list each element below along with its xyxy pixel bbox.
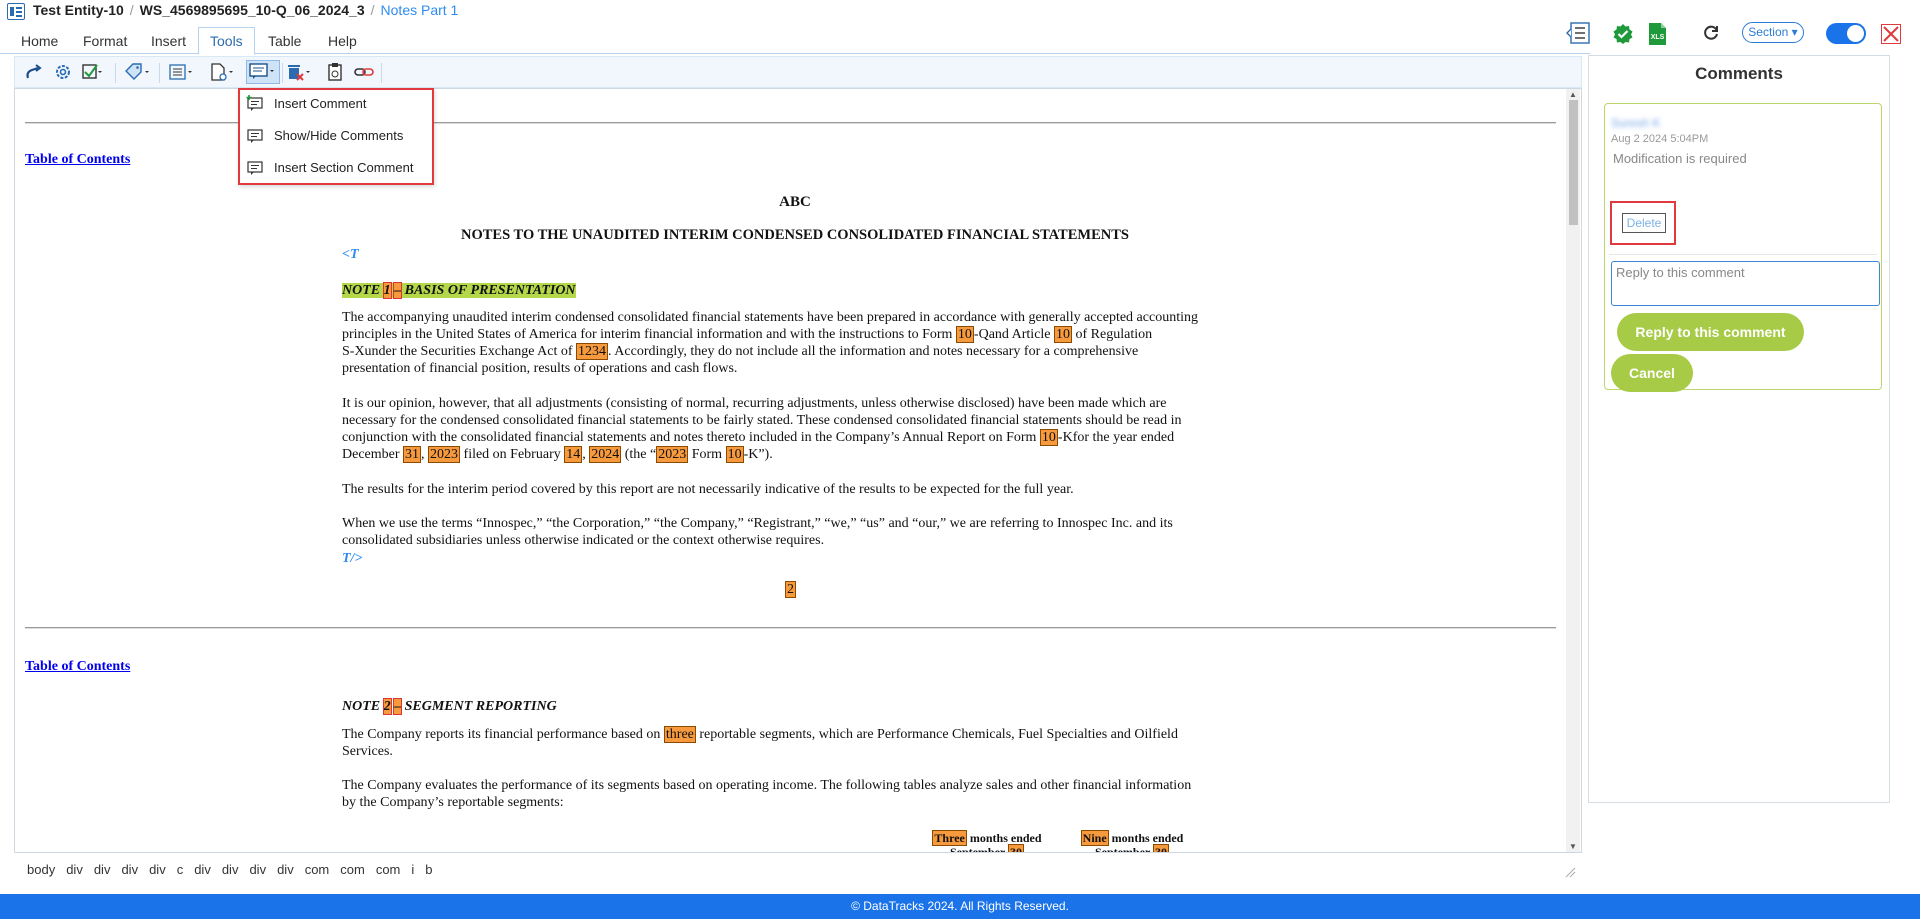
checkbox-dropdown-icon[interactable] [81,62,103,82]
validate-check-icon[interactable] [1612,23,1634,45]
note-2-heading: NOTE 2 – SEGMENT REPORTING [342,698,557,715]
comment-dropdown-button[interactable] [246,60,280,84]
path-item[interactable]: b [425,862,432,877]
path-item[interactable]: com [305,862,330,877]
document-dropdown-icon[interactable] [208,62,236,82]
breadcrumb: Test Entity-10/WS_4569895695_10-Q_06_202… [33,2,459,18]
section-comment-icon [247,161,263,175]
scroll-down-icon[interactable]: ▼ [1569,842,1577,851]
paragraph-results: The results for the interim period cover… [342,482,1074,497]
menu-home[interactable]: Home [10,31,69,53]
footer: © DataTracks 2024. All Rights Reserved. [0,894,1920,919]
menu-item-insert-section-comment[interactable]: Insert Section Comment [240,156,430,180]
column-header-nine-months: Nine months ended September 30 [1072,830,1192,852]
tag-open: <T [342,247,359,262]
path-item[interactable]: com [340,862,365,877]
path-item[interactable]: com [376,862,401,877]
resize-handle-icon[interactable] [1564,866,1576,878]
path-item[interactable]: div [194,862,211,877]
reply-input[interactable] [1611,261,1880,306]
menu-item-show-hide-comments[interactable]: Show/Hide Comments [240,124,430,148]
section-label: Section [1748,25,1789,39]
toc-link[interactable]: Table of Contents [25,152,130,168]
path-item[interactable]: div [121,862,138,877]
tools-toolbar [14,56,1582,88]
menu-format[interactable]: Format [72,31,138,53]
comment-date: Aug 2 2024 5:04PM [1611,133,1709,145]
cancel-button[interactable]: Cancel [1611,354,1693,392]
caret-down-icon: ▾ [1791,25,1798,39]
spellcheck-icon[interactable] [23,62,45,82]
tag-dropdown-icon[interactable] [123,62,151,82]
element-path-bar: body div div div div c div div div div com com com i b [27,862,444,877]
menu-bar: Home Format Insert Tools Table Help [0,27,1590,55]
link-icon[interactable] [353,62,375,82]
document-title: NOTES TO THE UNAUDITED INTERIM CONDENSED… [461,227,1129,243]
menu-help[interactable]: Help [317,31,368,53]
paragraph-basis: The accompanying unaudited interim conde… [342,310,1198,376]
section-dropdown[interactable]: Section ▾ [1742,22,1804,43]
close-icon[interactable] [1881,24,1901,44]
document-editor[interactable]: Table of Contents ABC NOTES TO THE UNAUD… [14,88,1582,853]
toc-link[interactable]: Table of Contents [25,659,130,675]
path-item[interactable]: div [222,862,239,877]
scroll-up-icon[interactable]: ▲ [1569,90,1577,99]
tag-close: T/> [342,551,363,566]
reply-button[interactable]: Reply to this comment [1617,313,1804,351]
breadcrumb-current[interactable]: Notes Part 1 [381,2,459,18]
path-item[interactable]: div [249,862,266,877]
delete-highlight-box: Delete [1610,201,1676,245]
scroll-thumb[interactable] [1569,100,1578,225]
show-hide-comments-icon [247,129,263,143]
page-number: 2 [785,581,796,598]
path-item[interactable]: c [177,862,184,877]
menu-tools[interactable]: Tools [198,27,255,55]
delete-dropdown-icon[interactable] [285,62,313,82]
column-header-three-months: Three months ended September 30 [927,830,1047,852]
document-scrollbar[interactable]: ▲ ▼ [1566,89,1580,852]
page-divider [25,627,1556,628]
menu-table[interactable]: Table [257,31,312,53]
paragraph-evaluation: The Company evaluates the performance of… [342,778,1192,810]
toggle-switch[interactable] [1826,23,1866,44]
paragraph-terms: When we use the terms “Innospec,” “the C… [342,516,1173,548]
clipboard-icon[interactable] [324,62,346,82]
path-item[interactable]: div [277,862,294,877]
settings-gear-icon[interactable] [52,62,74,82]
menu-item-insert-comment[interactable]: Insert Comment [240,92,430,116]
company-name: ABC [779,194,811,210]
path-item[interactable]: body [27,862,55,877]
comment-text: Modification is required [1613,151,1747,166]
breadcrumb-workspace[interactable]: WS_4569895695_10-Q_06_2024_3 [140,2,365,18]
paragraph-segments: The Company reports its financial perfor… [342,726,1178,759]
path-item[interactable]: div [94,862,111,877]
note-1-heading: NOTE 1 – BASIS OF PRESENTATION [342,282,576,299]
delete-button[interactable]: Delete [1622,213,1666,233]
path-item[interactable]: i [411,862,414,877]
refresh-icon[interactable] [1702,24,1720,42]
insert-comment-icon [246,95,263,111]
path-item[interactable]: div [66,862,83,877]
paragraph-opinion: It is our opinion, however, that all adj… [342,396,1182,463]
list-dropdown-icon[interactable] [167,62,195,82]
menu-insert[interactable]: Insert [140,31,197,53]
xls-label: XLS [1651,34,1665,41]
excel-xls-icon[interactable]: XLS [1647,22,1667,46]
comments-panel: Comments Suresh K Aug 2 2024 5:04PM Modi… [1588,55,1890,803]
app-logo-icon [7,3,25,20]
comment-dropdown-menu: Insert Comment Show/Hide Comments Insert… [238,88,434,185]
path-item[interactable]: div [149,862,166,877]
comments-title: Comments [1695,64,1783,83]
breadcrumb-entity[interactable]: Test Entity-10 [33,2,124,18]
comment-author: Suresh K [1611,116,1661,130]
comment-card: Suresh K Aug 2 2024 5:04PM Modification … [1604,103,1882,392]
